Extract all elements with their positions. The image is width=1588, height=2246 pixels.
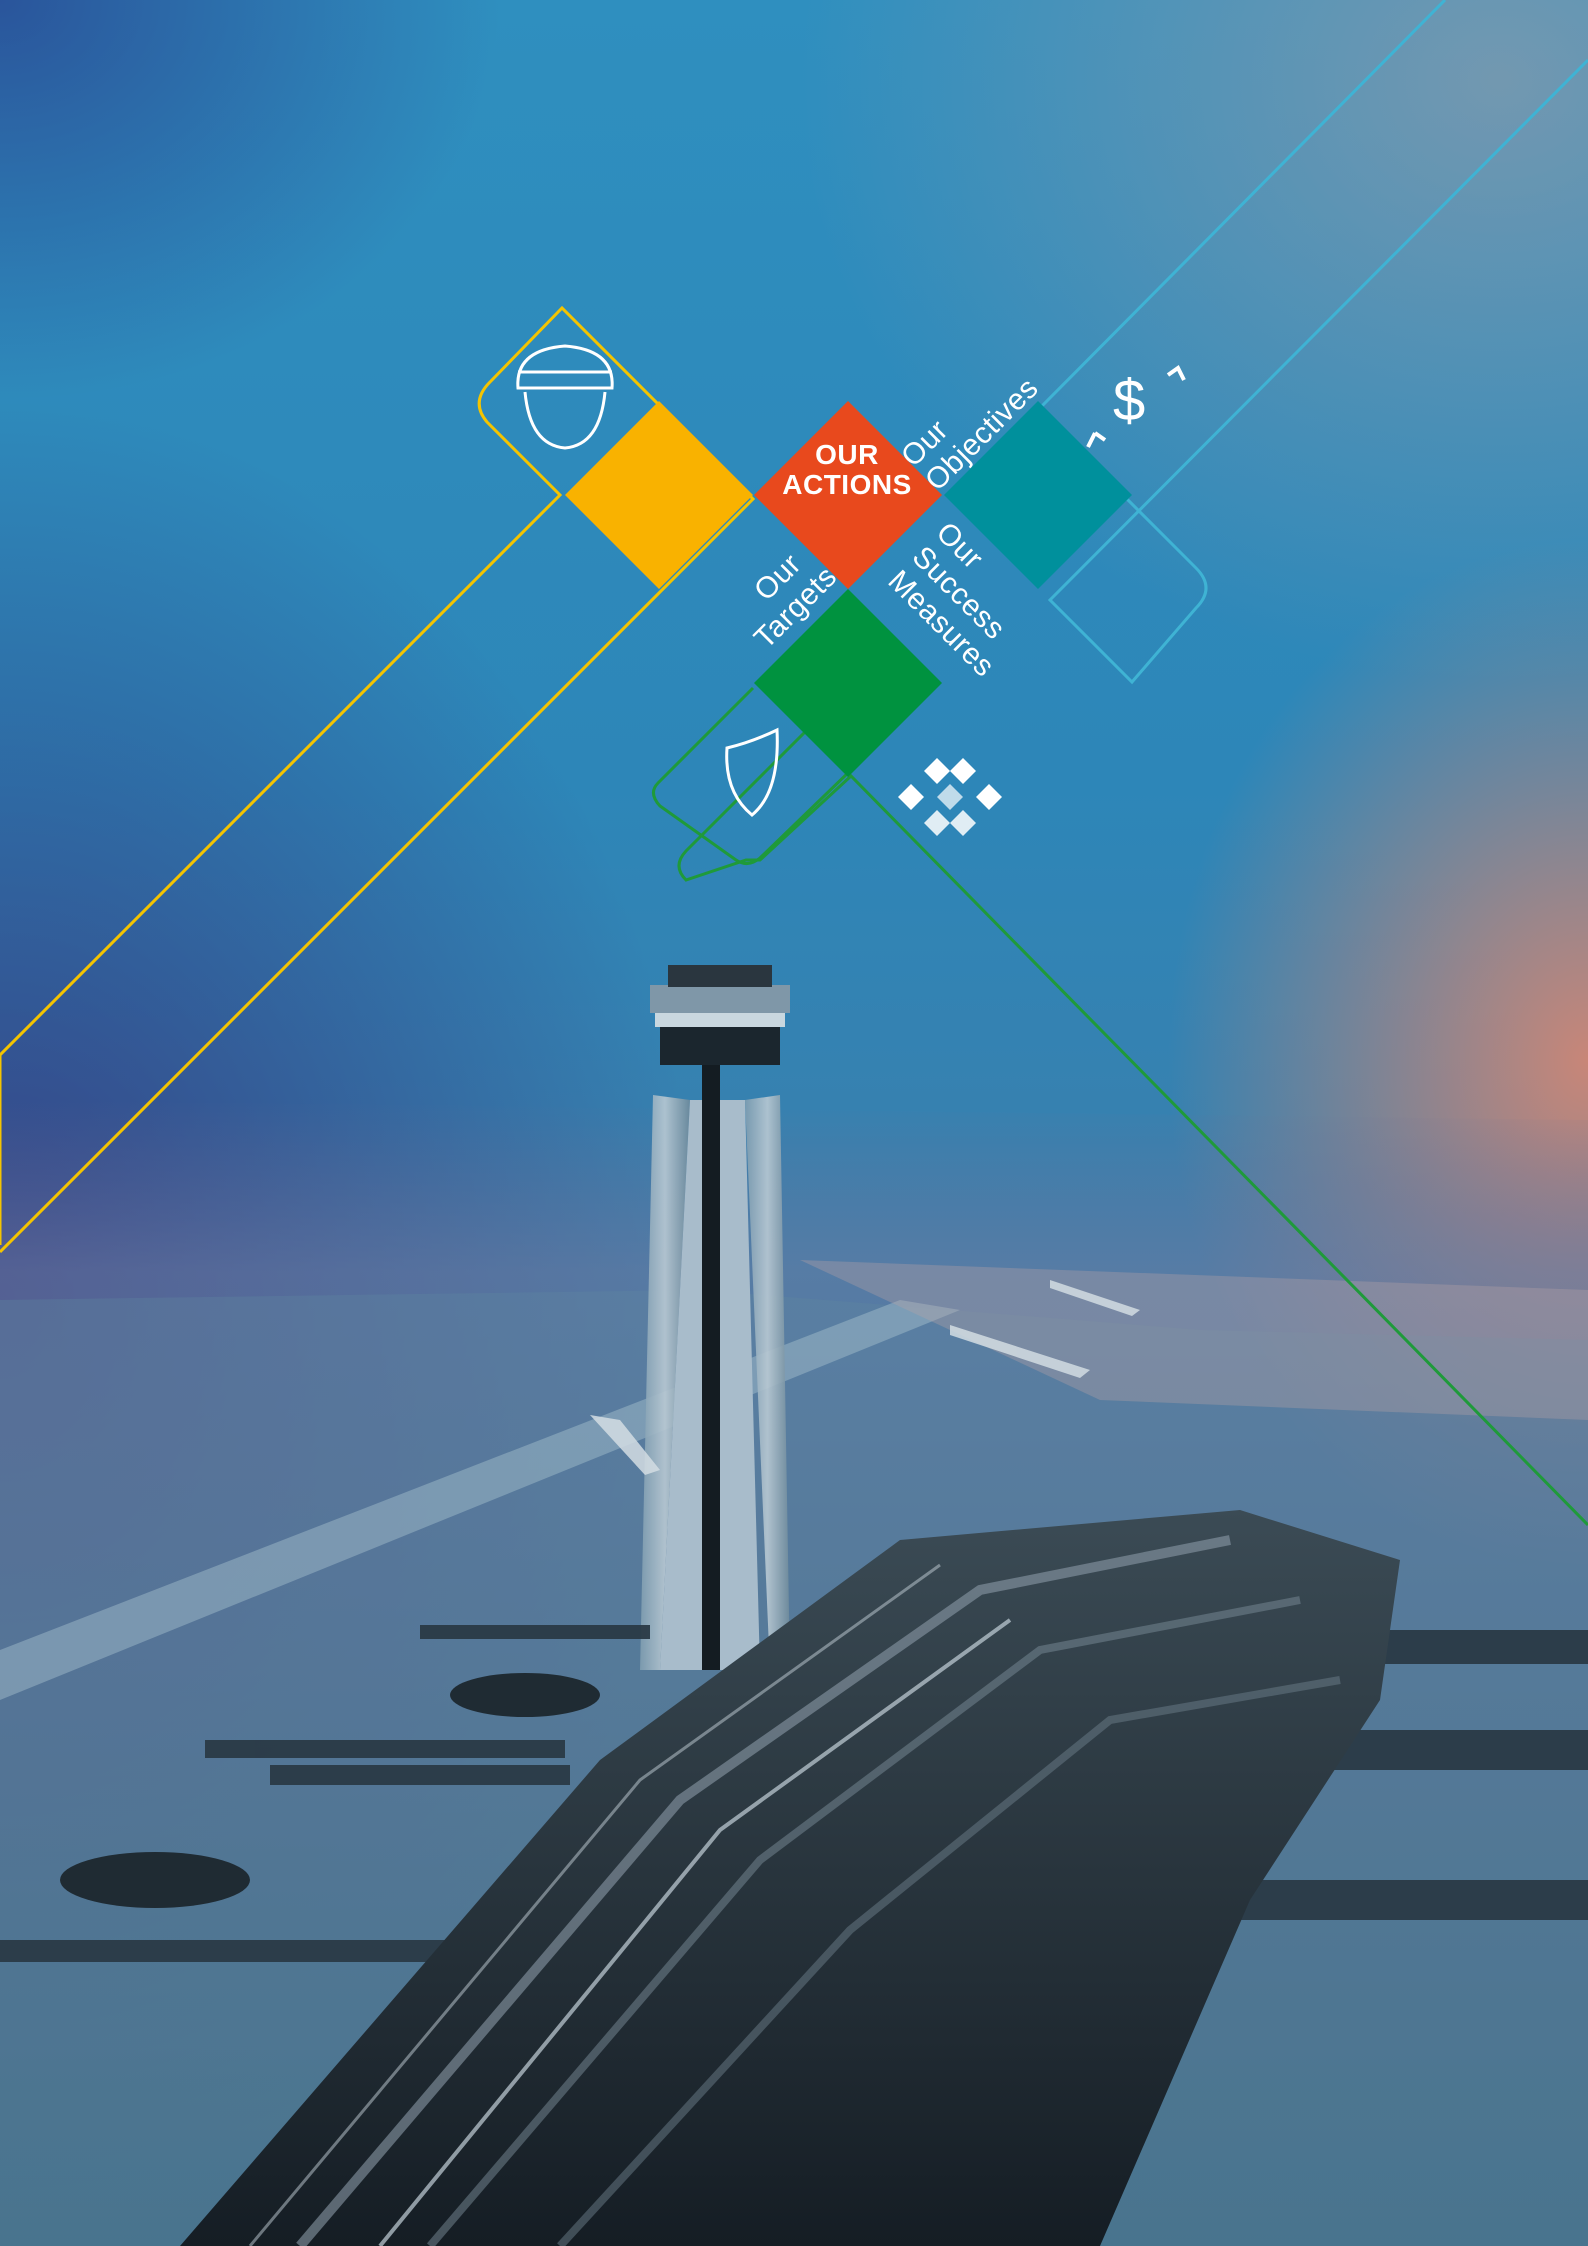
star-emblem-icon (898, 758, 1002, 836)
dollar-sign: $ (1113, 368, 1145, 433)
blue-outline-band (1035, 0, 1588, 685)
actions-diagram: $ (0, 0, 1588, 1527)
cover-page: $ OUR ACTIONS Our Objectives Our Targets… (0, 0, 1588, 2246)
our-actions-line2: ACTIONS (782, 469, 912, 500)
green-outline-band (677, 684, 1588, 1527)
helmet-icon (516, 344, 614, 450)
